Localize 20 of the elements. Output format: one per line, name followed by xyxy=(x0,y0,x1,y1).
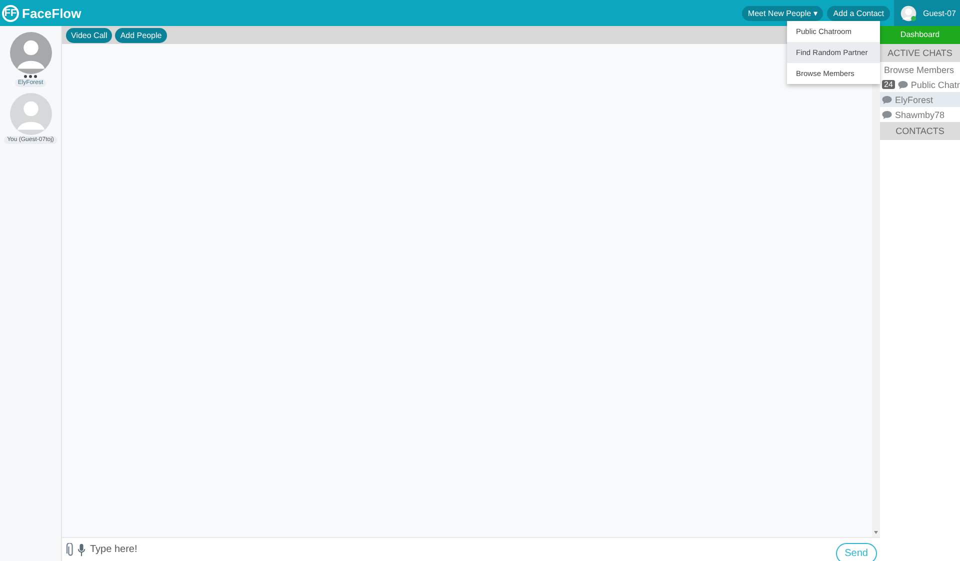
toolbar-button[interactable]: Add People xyxy=(115,28,167,42)
section-heading: ACTIVE CHATS xyxy=(880,44,960,62)
user-name: Guest-07 xyxy=(923,8,956,18)
toolbar-button[interactable]: Video Call xyxy=(66,28,112,42)
dashboard-button[interactable]: Dashboard xyxy=(880,26,960,44)
chat-name: ElyForest xyxy=(895,94,934,104)
logo-mark: FF xyxy=(2,4,19,22)
section-heading: CONTACTS xyxy=(880,122,960,140)
chat-name: Public Chatr xyxy=(910,80,960,90)
header-button[interactable]: Add a Contact xyxy=(827,6,890,20)
chat-item[interactable]: Shawmby78 xyxy=(880,107,960,122)
logo-text: FaceFlow xyxy=(22,6,82,20)
sidebar-link[interactable]: Browse Members xyxy=(880,62,960,77)
message-field[interactable]: Type here! xyxy=(88,544,834,555)
chat-item[interactable]: 24 Public Chatr xyxy=(880,77,960,92)
chat-name: Shawmby78 xyxy=(895,110,945,120)
header-button[interactable]: Meet New People ▾ xyxy=(742,6,824,20)
send-button[interactable]: Send xyxy=(836,543,877,561)
count-badge: 24 xyxy=(882,80,895,89)
chat-item[interactable]: ElyForest xyxy=(880,92,960,107)
